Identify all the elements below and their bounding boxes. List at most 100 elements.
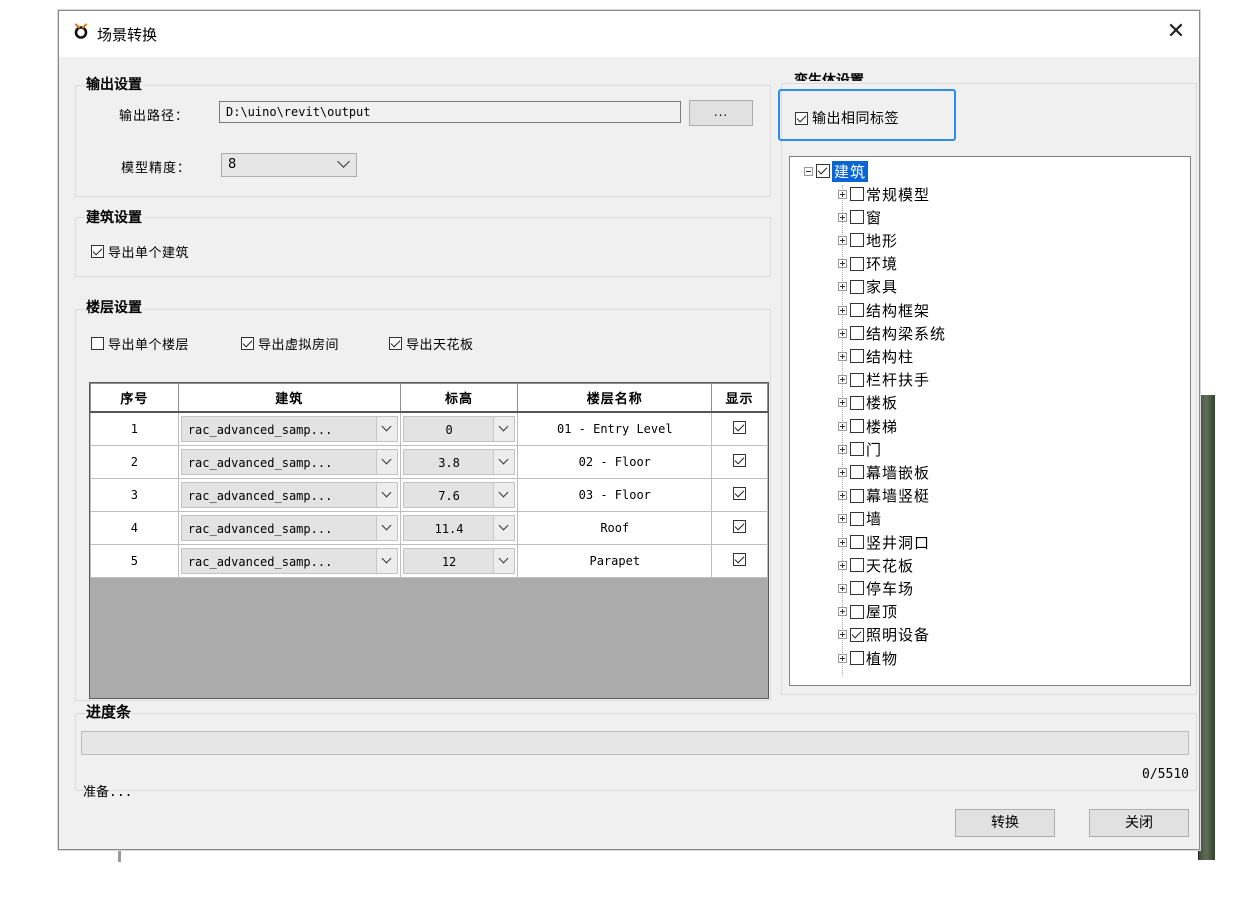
table-row[interactable]: 2 rac_advanced_samp... 3.8 02 - Floor [90,445,768,479]
table-row[interactable]: 3 rac_advanced_samp... 7.6 03 - Floor [90,478,768,512]
col-index-header[interactable]: 序号 [90,383,179,413]
tree-item-label[interactable]: 常规模型 [866,184,930,205]
expand-icon[interactable] [838,189,847,199]
tree-item-label[interactable]: 幕墙嵌板 [866,462,930,483]
tree-item[interactable]: 照明设备 [838,625,930,645]
elevation-combo[interactable]: 7.6 [402,482,516,508]
tree-item-label[interactable]: 天花板 [866,555,914,576]
tree-item-label[interactable]: 屋顶 [866,601,898,622]
checkbox-unchecked-icon[interactable] [850,442,864,457]
col-floor-name-header[interactable]: 楼层名称 [517,383,713,413]
expand-icon[interactable] [838,351,847,361]
chevron-down-icon[interactable] [493,483,515,507]
tree-item-label[interactable]: 地形 [866,230,898,251]
browse-button[interactable]: ... [689,100,753,126]
chevron-down-icon[interactable] [375,450,397,474]
close-button[interactable]: 关闭 [1089,809,1189,837]
floor-name-cell[interactable]: 03 - Floor [517,478,713,512]
floor-name-cell[interactable]: Parapet [517,544,713,578]
expand-icon[interactable] [838,467,847,477]
tree-item-label[interactable]: 楼梯 [866,416,898,437]
tree-item[interactable]: 家具 [838,277,898,297]
show-checkbox[interactable] [733,421,747,434]
export-virtual-room-checkbox[interactable]: 导出虚拟房间 [241,334,339,353]
checkbox-checked-icon[interactable] [816,164,830,178]
same-tag-checkbox[interactable]: 输出相同标签 [795,108,899,128]
show-checkbox[interactable] [733,520,747,533]
table-row[interactable]: 5 rac_advanced_samp... 12 Parapet [90,544,768,578]
tree-item-label[interactable]: 环境 [866,253,898,274]
col-show-header[interactable]: 显示 [711,383,768,413]
checkbox-unchecked-icon[interactable] [850,233,864,248]
table-row[interactable]: 1 rac_advanced_samp... 0 01 - Entry Leve… [90,411,768,446]
tree-item[interactable]: 竖井洞口 [838,532,930,552]
building-combo[interactable]: rac_advanced_samp... [180,416,398,442]
tree-root[interactable]: 建筑 [804,160,869,182]
expand-icon[interactable] [838,560,847,570]
export-ceiling-checkbox[interactable]: 导出天花板 [389,334,474,353]
tree-item[interactable]: 停车场 [838,578,914,598]
chevron-down-icon[interactable] [493,516,515,540]
tree-item-label[interactable]: 窗 [866,207,882,228]
expand-icon[interactable] [838,537,847,547]
export-single-floor-checkbox[interactable]: 导出单个楼层 [91,334,189,353]
checkbox-unchecked-icon[interactable] [850,535,864,549]
checkbox-unchecked-icon[interactable] [850,372,864,387]
checkbox-unchecked-icon[interactable] [850,210,864,225]
tree-item[interactable]: 门 [838,439,882,459]
chevron-down-icon[interactable] [375,516,397,540]
checkbox-unchecked-icon[interactable] [850,558,864,573]
col-building-header[interactable]: 建筑 [177,383,401,413]
checkbox-unchecked-icon[interactable] [850,187,864,201]
checkbox-unchecked-icon[interactable] [850,651,864,665]
chevron-down-icon[interactable] [493,450,515,474]
col-elevation-header[interactable]: 标高 [399,383,519,413]
checkbox-checked-icon[interactable] [850,627,864,642]
convert-button[interactable]: 转换 [955,809,1055,837]
close-icon[interactable]: ✕ [1163,19,1189,45]
chevron-down-icon[interactable] [493,417,515,441]
expand-icon[interactable] [838,444,847,454]
tree-item[interactable]: 地形 [838,230,898,250]
building-combo[interactable]: rac_advanced_samp... [180,548,398,574]
tree-item-label[interactable]: 幕墙竖梃 [866,485,930,506]
precision-select[interactable]: 8 [221,153,357,177]
tree-item[interactable]: 屋顶 [838,602,898,622]
checkbox-unchecked-icon[interactable] [850,488,864,503]
tree-item[interactable]: 结构柱 [838,346,914,366]
expand-icon[interactable] [838,212,847,222]
elevation-combo[interactable]: 0 [402,416,516,442]
tree-item[interactable]: 墙 [838,509,882,529]
show-checkbox[interactable] [733,454,747,467]
export-single-building-checkbox[interactable]: 导出单个建筑 [91,242,189,261]
building-combo[interactable]: rac_advanced_samp... [180,449,398,475]
tree-root-label[interactable]: 建筑 [832,160,869,182]
tree-item[interactable]: 楼板 [838,393,898,413]
elevation-combo[interactable]: 3.8 [402,449,516,475]
checkbox-unchecked-icon[interactable] [850,604,864,619]
elevation-combo[interactable]: 11.4 [402,515,516,541]
tree-item-label[interactable]: 植物 [866,648,898,669]
checkbox-unchecked-icon[interactable] [850,419,864,433]
tree-item-label[interactable]: 竖井洞口 [866,532,930,553]
checkbox-unchecked-icon[interactable] [850,465,864,480]
expand-icon[interactable] [838,514,847,524]
tree-item[interactable]: 栏杆扶手 [838,370,930,390]
table-row[interactable]: 4 rac_advanced_samp... 11.4 Roof [90,511,768,545]
checkbox-unchecked-icon[interactable] [850,395,864,410]
tree-item[interactable]: 结构框架 [838,300,930,320]
tree-item-label[interactable]: 家具 [866,276,898,297]
tree-item[interactable]: 植物 [838,648,898,668]
tree-item-label[interactable]: 楼板 [866,392,898,413]
checkbox-unchecked-icon[interactable] [850,303,864,317]
floor-name-cell[interactable]: Roof [517,511,713,545]
tree-item[interactable]: 幕墙竖梃 [838,486,930,506]
checkbox-unchecked-icon[interactable] [850,349,864,364]
tree-item-label[interactable]: 结构梁系统 [866,323,946,344]
collapse-icon[interactable] [804,166,813,176]
tree-item[interactable]: 天花板 [838,555,914,575]
expand-icon[interactable] [838,398,847,408]
checkbox-unchecked-icon[interactable] [850,326,864,341]
chevron-down-icon[interactable] [493,549,515,573]
expand-icon[interactable] [838,375,847,385]
